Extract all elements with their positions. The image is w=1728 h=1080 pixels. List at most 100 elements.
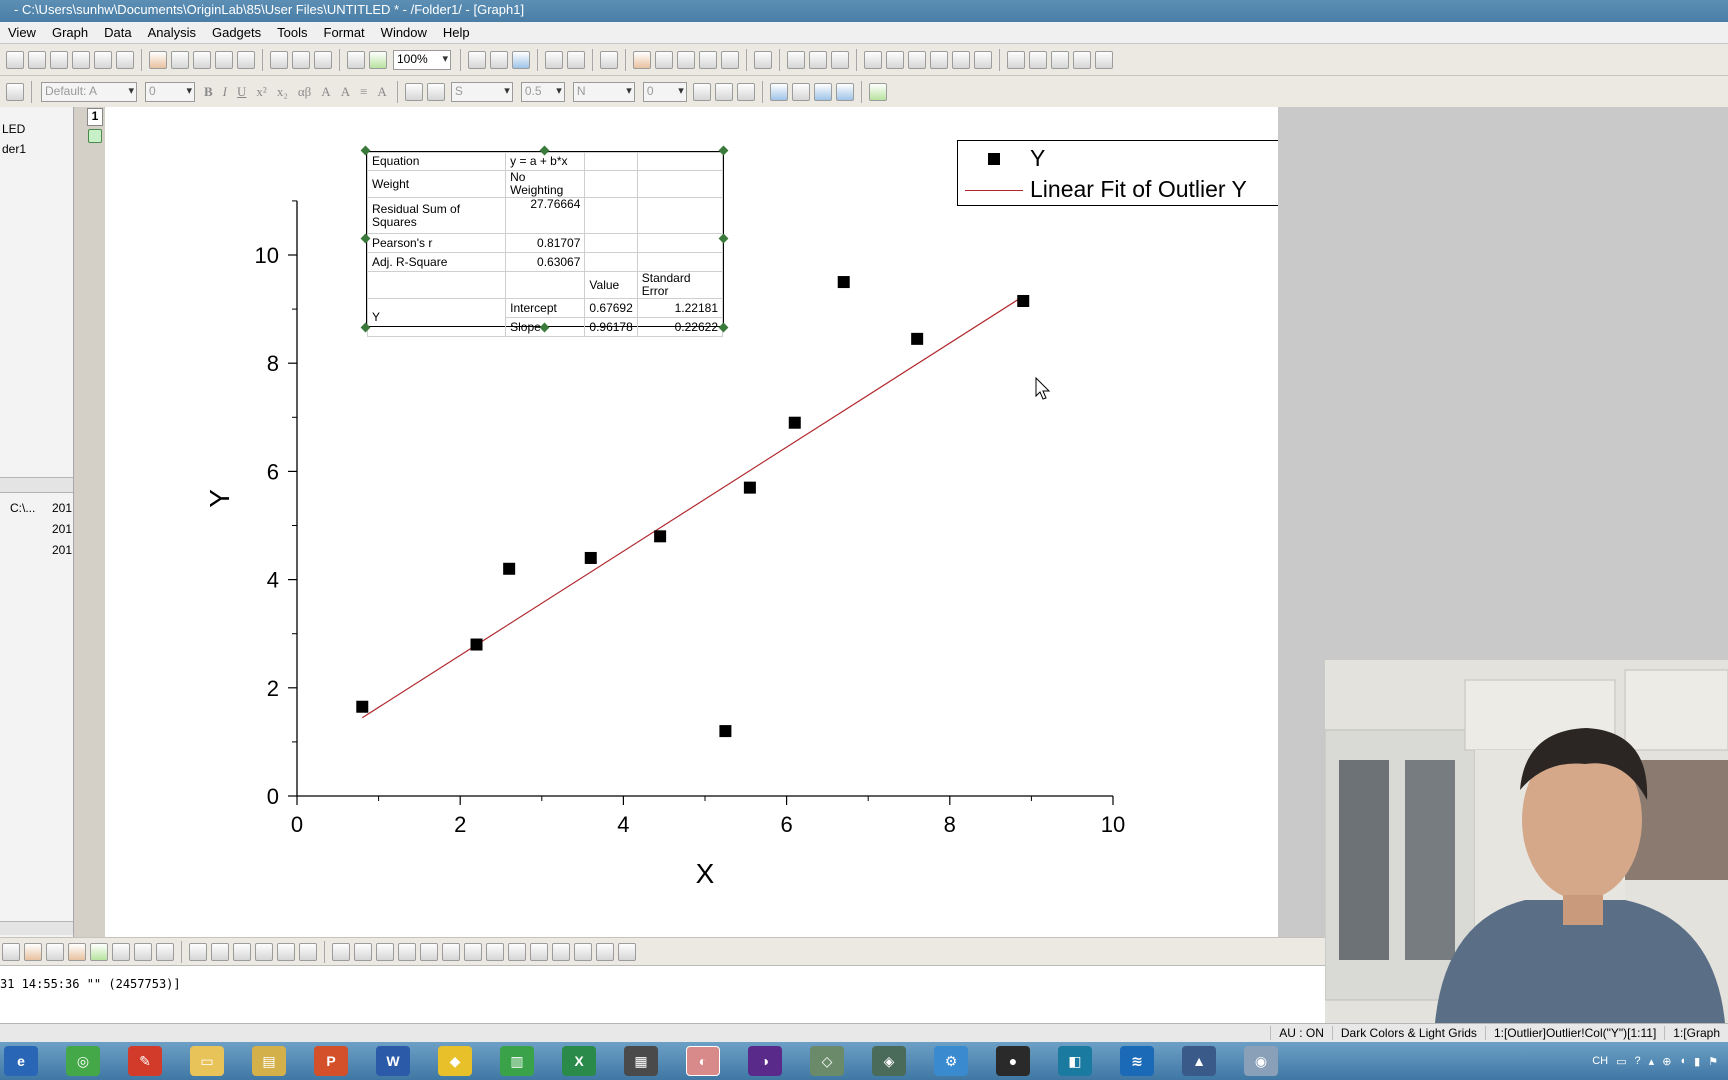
data-point[interactable] [654, 530, 667, 543]
message-log-icon[interactable] [677, 50, 695, 69]
open-excel-icon[interactable] [193, 50, 211, 69]
line-color-icon[interactable] [426, 82, 445, 101]
command-window-icon[interactable] [655, 50, 673, 69]
merge-icon[interactable] [1029, 50, 1047, 69]
pattern-select[interactable]: N [572, 81, 635, 102]
column-plot-icon[interactable] [24, 942, 42, 961]
axis-right-icon[interactable] [908, 50, 926, 69]
recalculate-icon[interactable] [369, 50, 387, 69]
align-bottom-icon[interactable] [398, 942, 416, 961]
copy-page-icon[interactable] [490, 50, 508, 69]
same-height-icon[interactable] [486, 942, 504, 961]
line-width-select[interactable]: 0.5 [520, 81, 565, 102]
layer-contents-icon[interactable] [1007, 50, 1025, 69]
refresh-icon[interactable] [512, 50, 530, 69]
flag-icon[interactable]: ⚑ [1708, 1055, 1718, 1068]
data-selector-icon[interactable] [835, 82, 854, 101]
acrobat-icon[interactable]: ✎ [128, 1046, 162, 1076]
data-point[interactable] [911, 332, 924, 345]
file-row-path[interactable]: C:\... [10, 501, 35, 515]
grid-icon[interactable] [736, 82, 755, 101]
plot-legend[interactable]: Y Linear Fit of Outlier Y [957, 140, 1290, 206]
layer-1-tab[interactable]: 1 [87, 108, 103, 126]
underline-icon[interactable]: U [237, 84, 246, 100]
polar-plot-icon[interactable] [112, 942, 130, 961]
ie-icon[interactable]: e [4, 1046, 38, 1076]
script-icon[interactable]: ◈ [872, 1046, 906, 1076]
duplicate-icon[interactable] [347, 50, 365, 69]
powerpoint-icon[interactable]: P [314, 1046, 348, 1076]
wizard-icon[interactable]: ▲ [1182, 1046, 1216, 1076]
stacked-plot-icon[interactable] [68, 942, 86, 961]
icd-icon[interactable]: ◧ [1058, 1046, 1092, 1076]
pointer-icon[interactable] [6, 82, 24, 101]
extract-icon[interactable] [1051, 50, 1069, 69]
file-explorer-icon[interactable]: ▭ [190, 1046, 224, 1076]
menu-data[interactable]: Data [96, 25, 139, 40]
greek-icon[interactable]: αβ [298, 84, 311, 100]
menu-window[interactable]: Window [373, 25, 435, 40]
zoom-select[interactable]: 100% [393, 49, 451, 70]
script-window-icon[interactable] [567, 50, 585, 69]
open-icon[interactable] [149, 50, 167, 69]
data-point[interactable] [719, 725, 732, 738]
data-reader-icon[interactable] [813, 82, 832, 101]
axis-break-icon[interactable] [952, 50, 970, 69]
line-plot-icon[interactable] [2, 942, 20, 961]
import-multiple-icon[interactable] [292, 50, 310, 69]
help-icon[interactable]: ? [1635, 1055, 1641, 1067]
origin-icon[interactable]: ◐ [686, 1046, 720, 1076]
layer-1-icon[interactable] [787, 50, 805, 69]
command-window[interactable]: 31 14:55:36 "" (2457753)] [0, 965, 1325, 1027]
send-back-icon[interactable] [530, 942, 548, 961]
font-size-select[interactable]: 0 [145, 81, 195, 102]
align-top-icon[interactable] [376, 942, 394, 961]
pattern-size-select[interactable]: 0 [642, 81, 687, 102]
folder-item-folder1[interactable]: der1 [2, 142, 26, 156]
line-style-select[interactable]: S [450, 81, 513, 102]
menu-gadgets[interactable]: Gadgets [204, 25, 269, 40]
keyboard-icon[interactable]: ▭ [1616, 1055, 1626, 1068]
word-icon[interactable]: W [376, 1046, 410, 1076]
axis-box-icon[interactable] [930, 50, 948, 69]
menu-analysis[interactable]: Analysis [140, 25, 204, 40]
import-icon[interactable] [270, 50, 288, 69]
3d-surface-icon[interactable] [189, 942, 207, 961]
axis-bottom-left-icon[interactable] [864, 50, 882, 69]
font-select[interactable]: Default: A [41, 81, 137, 102]
data-point[interactable] [788, 416, 801, 429]
fit-results-table[interactable]: Equation y = a + b*x Weight No Weighting… [366, 151, 724, 337]
save-project-icon[interactable] [215, 50, 233, 69]
input-language[interactable]: CH [1592, 1055, 1608, 1067]
menu-help[interactable]: Help [435, 25, 478, 40]
menu-graph[interactable]: Graph [44, 25, 96, 40]
menu-tools[interactable]: Tools [269, 25, 315, 40]
align-center-icon[interactable] [420, 942, 438, 961]
data-point[interactable] [470, 638, 483, 651]
align-middle-icon[interactable] [442, 942, 460, 961]
camera-app-icon[interactable]: ◉ [1244, 1046, 1278, 1076]
boxplot-icon[interactable] [134, 942, 152, 961]
tool-icon[interactable]: ◇ [810, 1046, 844, 1076]
fit-page-icon[interactable] [596, 942, 614, 961]
new-workbook-icon[interactable] [50, 50, 68, 69]
font-color-icon[interactable]: A [377, 84, 386, 100]
new-matrix-icon[interactable] [94, 50, 112, 69]
print-icon[interactable] [468, 50, 486, 69]
unmask-icon[interactable] [791, 82, 810, 101]
layer-2-icon[interactable] [809, 50, 827, 69]
3d-bar-icon[interactable] [211, 942, 229, 961]
axis-top-icon[interactable] [886, 50, 904, 69]
lock-icon[interactable] [868, 82, 887, 101]
border-icon[interactable] [714, 82, 733, 101]
project-explorer-icon[interactable] [600, 50, 618, 69]
media-icon[interactable]: ◑ [748, 1046, 782, 1076]
fill-color-icon[interactable] [404, 82, 423, 101]
new-function-icon[interactable] [116, 50, 134, 69]
area-plot-icon[interactable] [90, 942, 108, 961]
status-theme[interactable]: Dark Colors & Light Grids [1331, 1026, 1485, 1040]
data-point[interactable] [503, 562, 516, 575]
template-icon[interactable] [156, 942, 174, 961]
align-right-icon[interactable] [354, 942, 372, 961]
excel-icon[interactable]: X [562, 1046, 596, 1076]
